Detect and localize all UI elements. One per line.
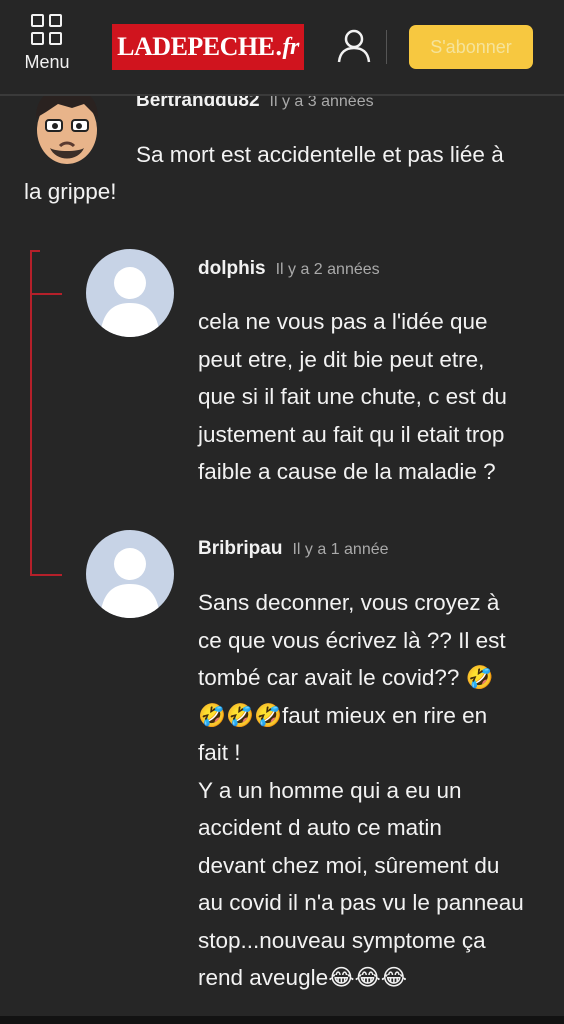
comment-text-line: Sa mort est accidentelle et pas liée à (136, 142, 504, 167)
reply-thread-line (30, 250, 40, 252)
comment-author[interactable]: Bribripau (198, 538, 282, 559)
reply-thread-line (30, 574, 62, 576)
comment-time: Il y a 2 années (275, 261, 380, 278)
comment-text-line: fait ! (198, 740, 241, 765)
comment-text-line: faible a cause de la maladie ? (198, 459, 496, 484)
comment-text-line: justement au fait qu il etait trop (198, 421, 505, 447)
comment-text-line: Y a un homme qui a eu un (198, 777, 462, 803)
header-divider (386, 30, 387, 64)
comment-text-line: devant chez moi, sûrement du (198, 852, 500, 878)
comment-time: Il y a 1 année (292, 541, 389, 558)
comment-text-line: que si il fait une chute, c est du (198, 384, 507, 409)
avatar (86, 249, 174, 337)
reply-thread-line (30, 293, 62, 295)
grid-menu-icon (31, 14, 63, 46)
comment-text-line: rend aveugle😂😂😂 (198, 965, 407, 990)
comment-text-line: ce que vous écrivez là ?? Il est (198, 627, 506, 653)
reply-thread-line (30, 250, 32, 576)
ladepeche-logo[interactable]: LADEPECHE. fr (112, 24, 304, 70)
menu-label: Menu (24, 52, 70, 72)
comment-text-line: stop...nouveau symptome ça (198, 927, 486, 953)
default-user-icon (100, 267, 160, 337)
comment-text-line: 🤣🤣🤣faut mieux en rire en (198, 702, 488, 728)
subscribe-button[interactable]: S'abonner (409, 25, 533, 69)
bottom-edge-bar (0, 1016, 564, 1024)
user-account-icon[interactable] (336, 28, 372, 64)
comment-text-line: au covid il n'a pas vu le panneau (198, 890, 524, 915)
comment-text-line: Sans deconner, vous croyez à (198, 590, 500, 615)
default-user-icon (100, 548, 160, 618)
comment-text-line: tombé car avait le covid?? 🤣 (198, 665, 494, 690)
comment-text-line: accident d auto ce matin (198, 815, 442, 840)
comment-text-line: peut etre, je dit bie peut etre, (198, 346, 485, 372)
menu-button[interactable]: Menu (20, 14, 74, 76)
comment-text-line: la grippe! (24, 179, 117, 204)
avatar (86, 530, 174, 618)
top-navigation-bar: Menu LADEPECHE. fr S'abonner (0, 0, 564, 96)
comment-author[interactable]: dolphis (198, 258, 266, 279)
comment-text-line: cela ne vous pas a l'idée que (198, 309, 488, 334)
